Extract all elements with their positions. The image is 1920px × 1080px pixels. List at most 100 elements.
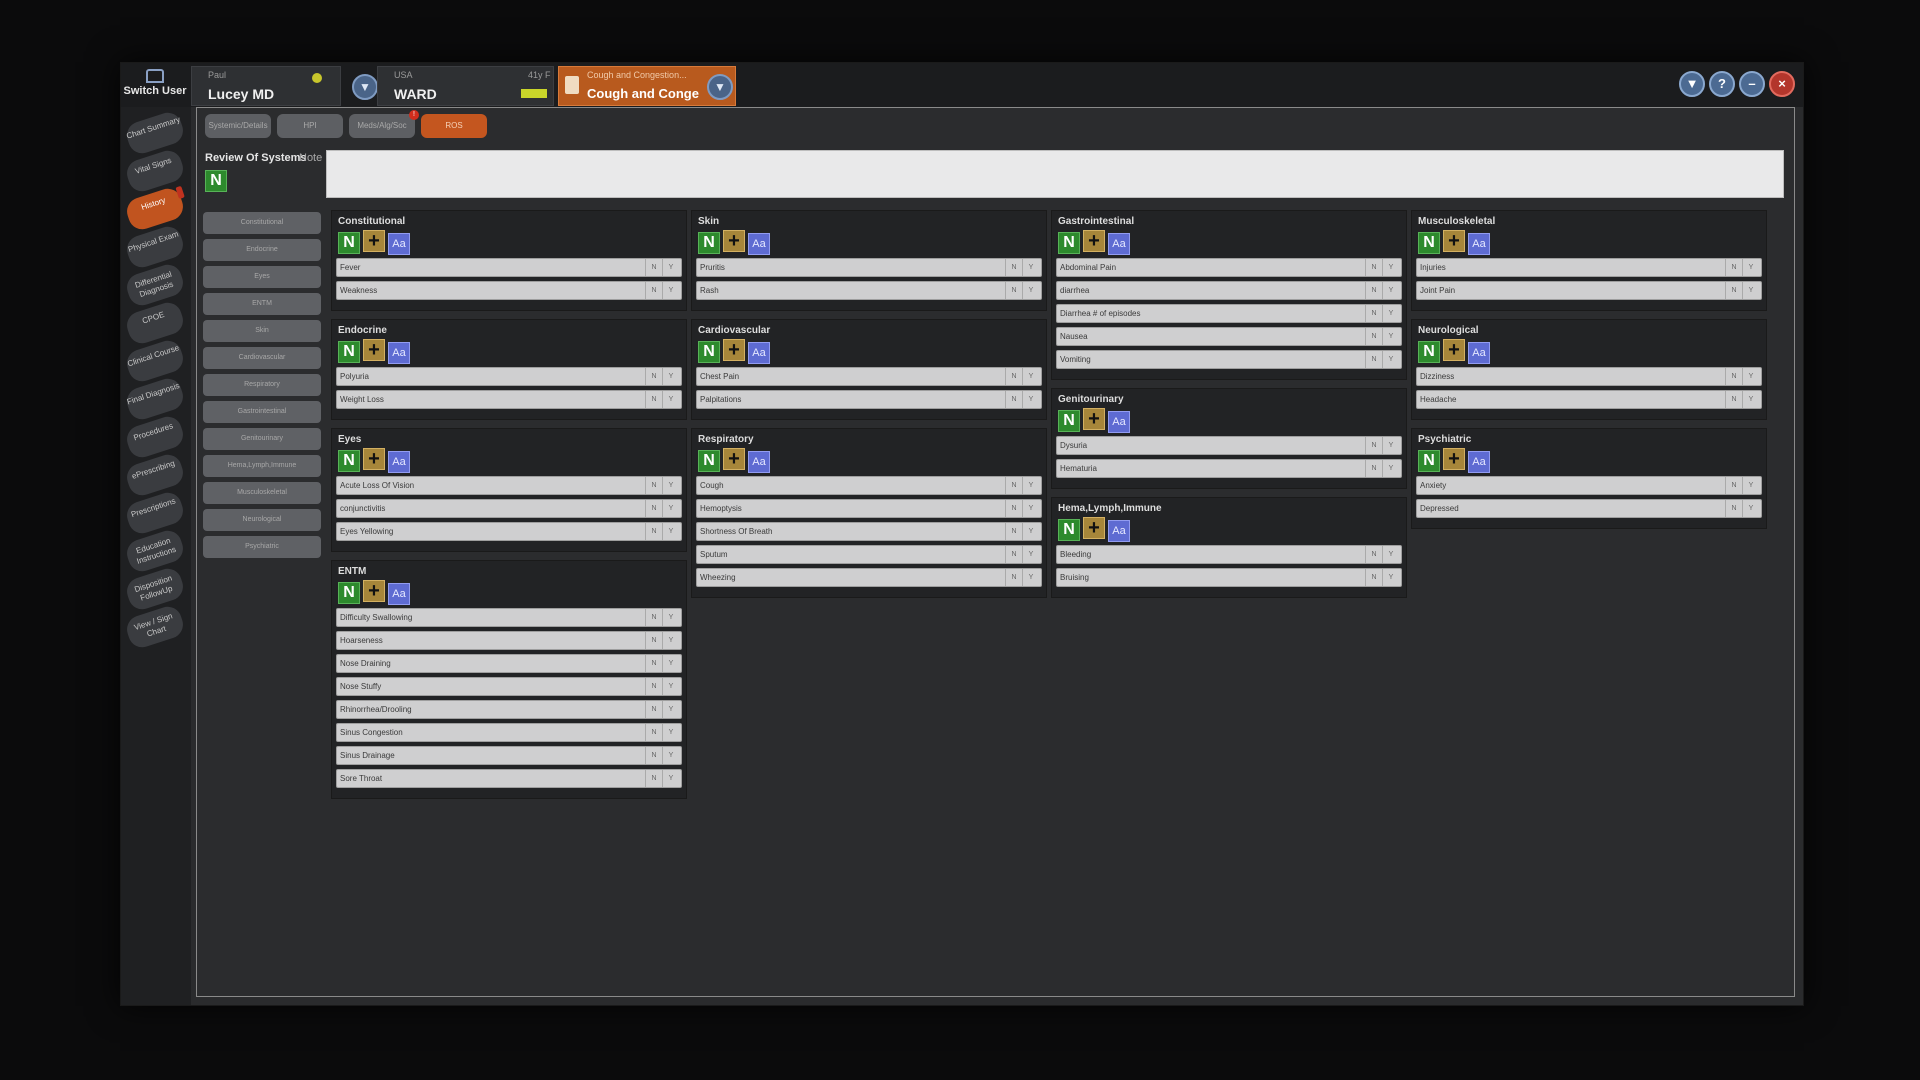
yes-toggle[interactable]: Y: [1742, 477, 1759, 494]
system-item-hema-lymph-immune[interactable]: Hema,Lymph,Immune: [203, 455, 321, 477]
yes-toggle[interactable]: Y: [1022, 391, 1039, 408]
yes-toggle[interactable]: Y: [1382, 282, 1399, 299]
normal-button[interactable]: N: [1418, 232, 1440, 254]
add-button[interactable]: +: [363, 448, 385, 470]
tab-meds-alg-soc[interactable]: Meds/Alg/Soc!: [349, 110, 419, 138]
no-toggle[interactable]: N: [645, 368, 662, 385]
symptom-item[interactable]: Weakness N Y: [336, 281, 682, 300]
symptom-item[interactable]: Polyuria N Y: [336, 367, 682, 386]
symptom-item[interactable]: Chest Pain N Y: [696, 367, 1042, 386]
no-toggle[interactable]: N: [645, 609, 662, 626]
symptom-item[interactable]: Dysuria N Y: [1056, 436, 1402, 455]
add-button[interactable]: +: [363, 339, 385, 361]
nav-clinical-course[interactable]: Clinical Course: [123, 337, 187, 385]
symptom-item[interactable]: Hematuria N Y: [1056, 459, 1402, 478]
no-toggle[interactable]: N: [1365, 282, 1382, 299]
symptom-item[interactable]: Eyes Yellowing N Y: [336, 522, 682, 541]
symptom-item[interactable]: Anxiety N Y: [1416, 476, 1762, 495]
symptom-item[interactable]: Sinus Drainage N Y: [336, 746, 682, 765]
no-toggle[interactable]: N: [645, 523, 662, 540]
text-button[interactable]: Aa: [1468, 451, 1490, 473]
tab-hpi[interactable]: HPI: [277, 114, 343, 138]
text-button[interactable]: Aa: [748, 233, 770, 255]
no-toggle[interactable]: N: [1725, 477, 1742, 494]
yes-toggle[interactable]: Y: [1742, 391, 1759, 408]
system-item-respiratory[interactable]: Respiratory: [203, 374, 321, 396]
yes-toggle[interactable]: Y: [662, 282, 679, 299]
yes-toggle[interactable]: Y: [662, 770, 679, 787]
normal-button[interactable]: N: [698, 232, 720, 254]
text-button[interactable]: Aa: [388, 583, 410, 605]
system-item-neurological[interactable]: Neurological: [203, 509, 321, 531]
text-button[interactable]: Aa: [388, 451, 410, 473]
symptom-item[interactable]: Sputum N Y: [696, 545, 1042, 564]
no-toggle[interactable]: N: [645, 655, 662, 672]
yes-toggle[interactable]: Y: [1382, 460, 1399, 477]
no-toggle[interactable]: N: [645, 701, 662, 718]
symptom-item[interactable]: Difficulty Swallowing N Y: [336, 608, 682, 627]
no-toggle[interactable]: N: [1365, 328, 1382, 345]
no-toggle[interactable]: N: [1725, 259, 1742, 276]
symptom-item[interactable]: diarrhea N Y: [1056, 281, 1402, 300]
nav-view-sign-chart[interactable]: View / Sign Chart: [123, 603, 187, 651]
yes-toggle[interactable]: Y: [662, 259, 679, 276]
no-toggle[interactable]: N: [1365, 351, 1382, 368]
text-button[interactable]: Aa: [748, 342, 770, 364]
system-item-psychiatric[interactable]: Psychiatric: [203, 536, 321, 558]
normal-button[interactable]: N: [1418, 450, 1440, 472]
nav-cpoe[interactable]: CPOE: [123, 299, 187, 347]
symptom-item[interactable]: Joint Pain N Y: [1416, 281, 1762, 300]
case-dropdown-icon[interactable]: ▼: [707, 74, 733, 100]
symptom-item[interactable]: Fever N Y: [336, 258, 682, 277]
no-toggle[interactable]: N: [1365, 569, 1382, 586]
symptom-item[interactable]: Nose Draining N Y: [336, 654, 682, 673]
text-button[interactable]: Aa: [388, 342, 410, 364]
system-item-genitourinary[interactable]: Genitourinary: [203, 428, 321, 450]
tab-ros[interactable]: ROS: [421, 114, 487, 138]
system-item-endocrine[interactable]: Endocrine: [203, 239, 321, 261]
no-toggle[interactable]: N: [1005, 569, 1022, 586]
text-button[interactable]: Aa: [388, 233, 410, 255]
no-toggle[interactable]: N: [645, 678, 662, 695]
symptom-item[interactable]: Palpitations N Y: [696, 390, 1042, 409]
add-button[interactable]: +: [1443, 448, 1465, 470]
normal-button[interactable]: N: [1058, 410, 1080, 432]
yes-toggle[interactable]: Y: [1022, 569, 1039, 586]
normal-button[interactable]: N: [338, 582, 360, 604]
system-item-eyes[interactable]: Eyes: [203, 266, 321, 288]
note-input[interactable]: [326, 150, 1784, 198]
yes-toggle[interactable]: Y: [662, 523, 679, 540]
no-toggle[interactable]: N: [645, 747, 662, 764]
yes-toggle[interactable]: Y: [662, 724, 679, 741]
text-button[interactable]: Aa: [1108, 411, 1130, 433]
filter-icon[interactable]: ▼: [1679, 71, 1705, 97]
yes-toggle[interactable]: Y: [662, 391, 679, 408]
symptom-item[interactable]: Hemoptysis N Y: [696, 499, 1042, 518]
yes-toggle[interactable]: Y: [662, 678, 679, 695]
nav-differential-diagnosis[interactable]: Differential Diagnosis: [123, 261, 187, 309]
symptom-item[interactable]: Vomiting N Y: [1056, 350, 1402, 369]
symptom-item[interactable]: Abdominal Pain N Y: [1056, 258, 1402, 277]
symptom-item[interactable]: Pruritis N Y: [696, 258, 1042, 277]
no-toggle[interactable]: N: [1365, 546, 1382, 563]
yes-toggle[interactable]: Y: [662, 500, 679, 517]
symptom-item[interactable]: Rhinorrhea/Drooling N Y: [336, 700, 682, 719]
no-toggle[interactable]: N: [1725, 368, 1742, 385]
yes-toggle[interactable]: Y: [1742, 368, 1759, 385]
no-toggle[interactable]: N: [1725, 391, 1742, 408]
no-toggle[interactable]: N: [1365, 305, 1382, 322]
yes-toggle[interactable]: Y: [662, 747, 679, 764]
system-item-musculoskeletal[interactable]: Musculoskeletal: [203, 482, 321, 504]
normal-button[interactable]: N: [1058, 232, 1080, 254]
no-toggle[interactable]: N: [645, 391, 662, 408]
system-item-skin[interactable]: Skin: [203, 320, 321, 342]
yes-toggle[interactable]: Y: [662, 701, 679, 718]
symptom-item[interactable]: Sore Throat N Y: [336, 769, 682, 788]
yes-toggle[interactable]: Y: [1022, 259, 1039, 276]
yes-toggle[interactable]: Y: [1022, 368, 1039, 385]
yes-toggle[interactable]: Y: [662, 655, 679, 672]
symptom-item[interactable]: Injuries N Y: [1416, 258, 1762, 277]
yes-toggle[interactable]: Y: [1382, 569, 1399, 586]
nav-procedures[interactable]: Procedures: [123, 413, 187, 461]
no-toggle[interactable]: N: [645, 259, 662, 276]
